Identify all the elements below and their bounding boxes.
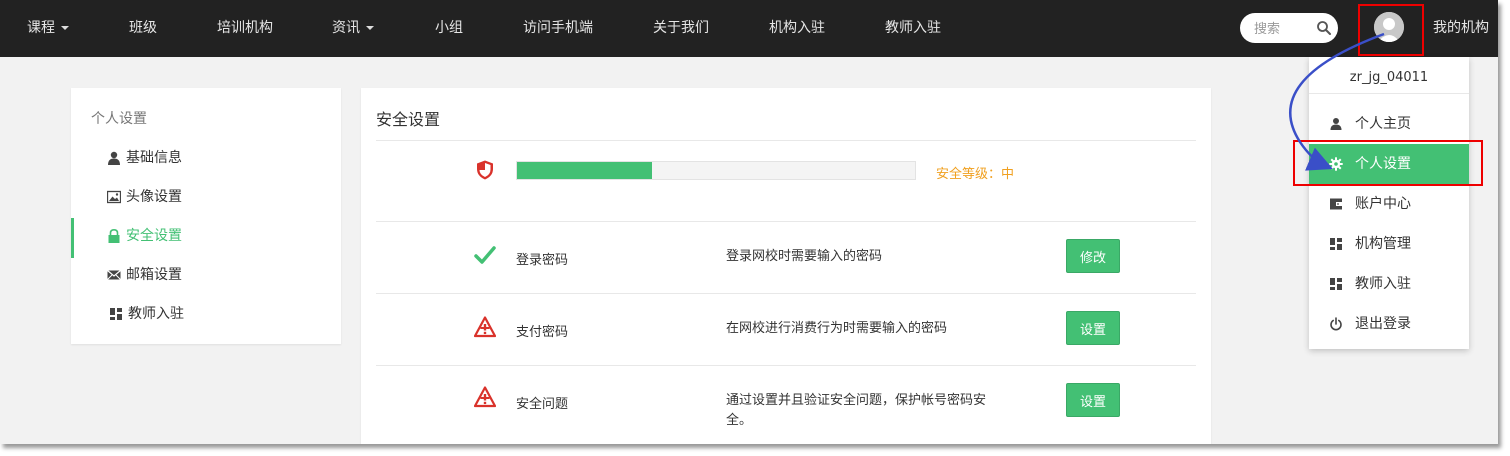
image-icon <box>107 190 121 204</box>
divider <box>376 140 1196 141</box>
sidebar-item-teacher-join[interactable]: 教师入驻 <box>71 296 341 332</box>
security-level-bar <box>516 161 916 180</box>
nav-teacher-join-label: 教师入驻 <box>885 20 941 36</box>
nav-news[interactable]: 资讯 <box>332 0 374 57</box>
dashboard-icon <box>1330 238 1342 250</box>
annotation-box-settings <box>1293 140 1483 186</box>
nav-org-join-label: 机构入驻 <box>769 20 825 36</box>
sidebar-item-label: 教师入驻 <box>128 306 184 322</box>
user-icon <box>108 151 120 165</box>
dashboard-icon <box>1330 278 1342 290</box>
login-password-label: 登录密码 <box>516 253 569 268</box>
modify-login-password-button[interactable]: 修改 <box>1066 239 1120 273</box>
caret-down-icon <box>366 26 374 30</box>
sidebar-item-basic-info[interactable]: 基础信息 <box>71 140 341 176</box>
dropdown-item-label: 个人主页 <box>1355 116 1411 132</box>
nav-news-label: 资讯 <box>332 20 360 36</box>
security-question-desc: 通过设置并且验证安全问题，保护帐号密码安全。 <box>726 393 987 428</box>
dropdown-item-label: 账户中心 <box>1355 196 1411 212</box>
my-org-label: 我的机构 <box>1433 20 1489 36</box>
dropdown-username: zr_jg_04011 <box>1349 70 1429 85</box>
nav-org-join[interactable]: 机构入驻 <box>769 0 825 57</box>
power-icon <box>1330 317 1342 331</box>
security-settings-panel: 安全设置 安全等级：中 登录密码 登录网校时需要输入的密码 修改 支付密码 在网… <box>361 88 1211 444</box>
dropdown-item-account[interactable]: 账户中心 <box>1309 184 1469 224</box>
nav-courses-label: 课程 <box>27 20 55 36</box>
nav-groups-label: 小组 <box>435 20 463 36</box>
dropdown-item-teacher-join[interactable]: 教师入驻 <box>1309 264 1469 304</box>
annotation-box-avatar <box>1358 4 1424 56</box>
set-security-question-button[interactable]: 设置 <box>1066 383 1120 417</box>
dropdown-item-logout[interactable]: 退出登录 <box>1309 304 1469 344</box>
sidebar-item-email[interactable]: 邮箱设置 <box>71 257 341 293</box>
nav-about[interactable]: 关于我们 <box>653 0 709 57</box>
nav-groups[interactable]: 小组 <box>435 0 463 57</box>
sidebar-item-label: 安全设置 <box>126 228 182 244</box>
security-level-text: 安全等级：中 <box>936 167 1015 182</box>
lock-icon <box>108 229 120 243</box>
payment-password-label: 支付密码 <box>516 325 569 340</box>
page-title: 安全设置 <box>376 110 441 129</box>
user-dropdown-menu: zr_jg_04011 个人主页 个人设置 账户中心 机构管理 教师入驻 退出登… <box>1309 57 1469 349</box>
user-icon <box>1330 118 1342 130</box>
sidebar-item-label: 基础信息 <box>126 150 182 166</box>
warning-icon <box>474 386 496 408</box>
divider <box>376 293 1196 294</box>
dropdown-item-label: 教师入驻 <box>1355 276 1411 292</box>
divider <box>376 221 1196 222</box>
wallet-icon <box>1330 198 1342 210</box>
sidebar-title: 个人设置 <box>91 111 147 127</box>
dashboard-icon <box>110 308 122 320</box>
browser-viewport: 课程 班级 培训机构 资讯 小组 访问手机端 关于我们 机构入驻 教师入驻 搜索… <box>0 0 1498 444</box>
top-navbar: 课程 班级 培训机构 资讯 小组 访问手机端 关于我们 机构入驻 教师入驻 搜索… <box>0 0 1498 57</box>
envelope-icon <box>107 270 121 280</box>
nav-courses[interactable]: 课程 <box>27 0 69 57</box>
sidebar-item-avatar[interactable]: 头像设置 <box>71 179 341 215</box>
nav-classes-label: 班级 <box>129 20 157 36</box>
dropdown-item-homepage[interactable]: 个人主页 <box>1309 104 1469 144</box>
nav-training-orgs[interactable]: 培训机构 <box>217 0 273 57</box>
check-icon <box>474 246 496 264</box>
dropdown-item-label: 退出登录 <box>1355 316 1411 332</box>
set-payment-password-button[interactable]: 设置 <box>1066 311 1120 345</box>
sidebar-item-security[interactable]: 安全设置 <box>71 218 341 258</box>
settings-sidebar: 个人设置 基础信息 头像设置 安全设置 邮箱设置 教师入驻 <box>71 88 341 344</box>
nav-about-label: 关于我们 <box>653 20 709 36</box>
my-org-link[interactable]: 我的机构 <box>1433 0 1489 57</box>
dropdown-item-label: 机构管理 <box>1355 236 1411 252</box>
security-question-label: 安全问题 <box>516 397 569 412</box>
sidebar-item-label: 头像设置 <box>126 189 182 205</box>
security-level-fill <box>517 162 653 179</box>
nav-mobile[interactable]: 访问手机端 <box>523 0 593 57</box>
nav-classes[interactable]: 班级 <box>129 0 157 57</box>
search-input[interactable] <box>1252 18 1316 40</box>
caret-down-icon <box>61 26 69 30</box>
sidebar-item-label: 邮箱设置 <box>126 267 182 283</box>
dropdown-item-org-manage[interactable]: 机构管理 <box>1309 224 1469 264</box>
warning-icon <box>474 316 496 338</box>
nav-teacher-join[interactable]: 教师入驻 <box>885 0 941 57</box>
search-box <box>1240 13 1338 43</box>
nav-training-orgs-label: 培训机构 <box>217 20 273 36</box>
divider <box>1309 93 1469 94</box>
search-icon[interactable] <box>1316 20 1332 36</box>
shield-icon <box>477 160 493 180</box>
divider <box>376 365 1196 366</box>
login-password-desc: 登录网校时需要输入的密码 <box>726 249 883 264</box>
payment-password-desc: 在网校进行消费行为时需要输入的密码 <box>726 321 948 336</box>
nav-mobile-label: 访问手机端 <box>523 20 593 36</box>
